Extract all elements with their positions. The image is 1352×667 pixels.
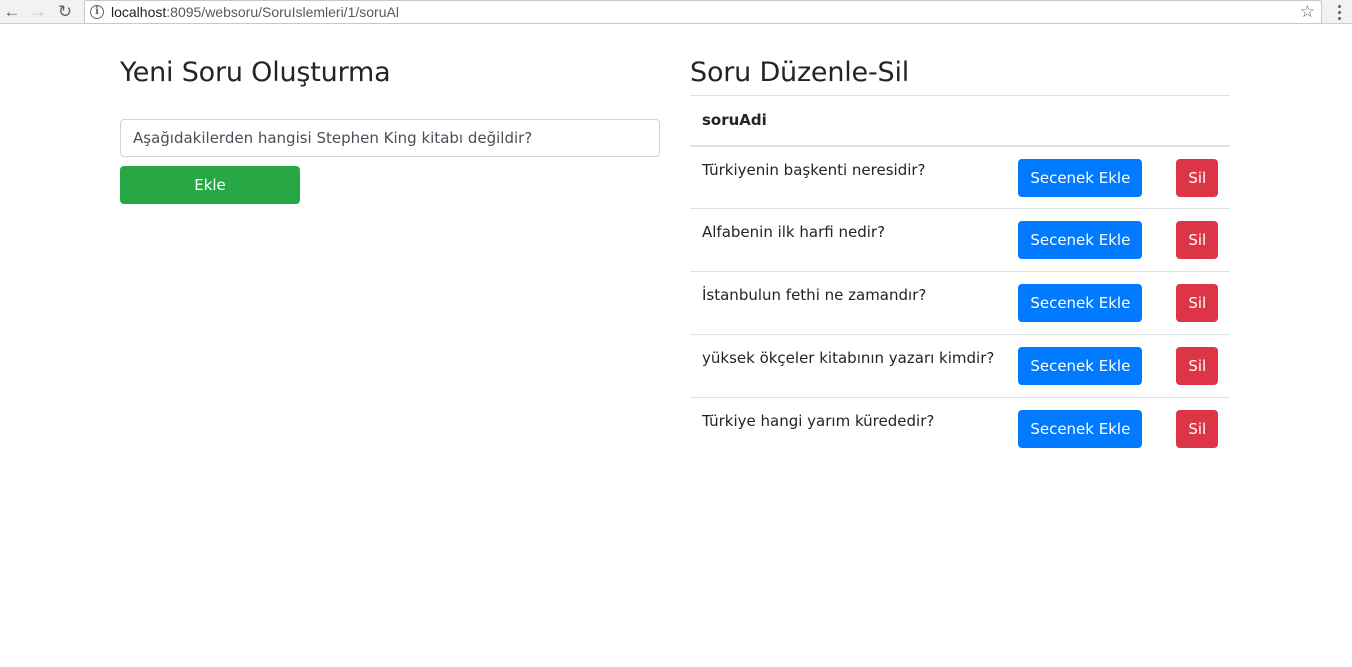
- table-header-row: soruAdi: [690, 95, 1231, 147]
- delete-cell: Sil: [1154, 334, 1231, 398]
- question-text: Türkiye hangi yarım kürededir?: [690, 397, 1007, 461]
- option-cell: Secenek Ekle: [1006, 334, 1155, 398]
- new-question-section: Yeni Soru Oluşturma Ekle: [120, 56, 660, 204]
- delete-cell: Sil: [1154, 208, 1231, 272]
- bookmark-star-icon[interactable]: ☆: [1300, 2, 1315, 22]
- delete-button[interactable]: Sil: [1176, 410, 1219, 448]
- question-text: İstanbulun fethi ne zamandır?: [690, 271, 1007, 335]
- browser-toolbar: ← → ↻ i localhost:8095/websoru/SoruIslem…: [0, 0, 1352, 24]
- add-button[interactable]: Ekle: [120, 166, 300, 204]
- table-row: Alfabenin ilk harfi nedir? Secenek Ekle …: [690, 208, 1231, 272]
- add-option-button[interactable]: Secenek Ekle: [1018, 410, 1143, 448]
- info-icon[interactable]: i: [90, 5, 104, 19]
- question-text: yüksek ökçeler kitabının yazarı kimdir?: [690, 334, 1007, 398]
- table-row: Türkiye hangi yarım kürededir? Secenek E…: [690, 397, 1231, 461]
- delete-button[interactable]: Sil: [1176, 284, 1219, 322]
- questions-table: soruAdi Türkiyenin başkenti neresidir? S…: [690, 95, 1231, 461]
- add-option-button[interactable]: Secenek Ekle: [1018, 158, 1143, 197]
- url-host: localhost: [111, 4, 167, 20]
- option-cell: Secenek Ekle: [1006, 397, 1155, 461]
- new-question-title: Yeni Soru Oluşturma: [120, 57, 391, 88]
- option-cell: Secenek Ekle: [1006, 271, 1155, 335]
- table-row: İstanbulun fethi ne zamandır? Secenek Ek…: [690, 271, 1231, 335]
- column-header-soruadi: soruAdi: [690, 95, 1231, 147]
- add-option-button[interactable]: Secenek Ekle: [1018, 221, 1143, 259]
- delete-cell: Sil: [1154, 145, 1231, 209]
- delete-button[interactable]: Sil: [1176, 347, 1219, 385]
- table-row: yüksek ökçeler kitabının yazarı kimdir? …: [690, 334, 1231, 398]
- delete-button[interactable]: Sil: [1176, 221, 1219, 259]
- question-text: Alfabenin ilk harfi nedir?: [690, 208, 1007, 272]
- option-cell: Secenek Ekle: [1006, 145, 1155, 209]
- url-path: :8095/websoru/SoruIslemleri/1/soruAl: [166, 4, 399, 20]
- reload-icon[interactable]: ↻: [54, 1, 76, 23]
- option-cell: Secenek Ekle: [1006, 208, 1155, 272]
- forward-arrow-icon[interactable]: →: [27, 1, 49, 23]
- table-row: Türkiyenin başkenti neresidir? Secenek E…: [690, 145, 1231, 209]
- question-input[interactable]: [120, 119, 660, 157]
- address-bar[interactable]: i localhost:8095/websoru/SoruIslemleri/1…: [84, 0, 1322, 24]
- url-text: localhost:8095/websoru/SoruIslemleri/1/s…: [111, 4, 399, 20]
- delete-button[interactable]: Sil: [1176, 158, 1219, 197]
- delete-cell: Sil: [1154, 397, 1231, 461]
- browser-menu-icon[interactable]: [1332, 3, 1346, 21]
- edit-delete-title: Soru Düzenle-Sil: [690, 57, 910, 88]
- back-arrow-icon[interactable]: ←: [1, 1, 23, 23]
- question-text: Türkiyenin başkenti neresidir?: [690, 145, 1007, 209]
- add-option-button[interactable]: Secenek Ekle: [1018, 284, 1143, 322]
- delete-cell: Sil: [1154, 271, 1231, 335]
- edit-delete-section: Soru Düzenle-Sil soruAdi Türkiyenin başk…: [690, 56, 1231, 461]
- add-option-button[interactable]: Secenek Ekle: [1018, 347, 1143, 385]
